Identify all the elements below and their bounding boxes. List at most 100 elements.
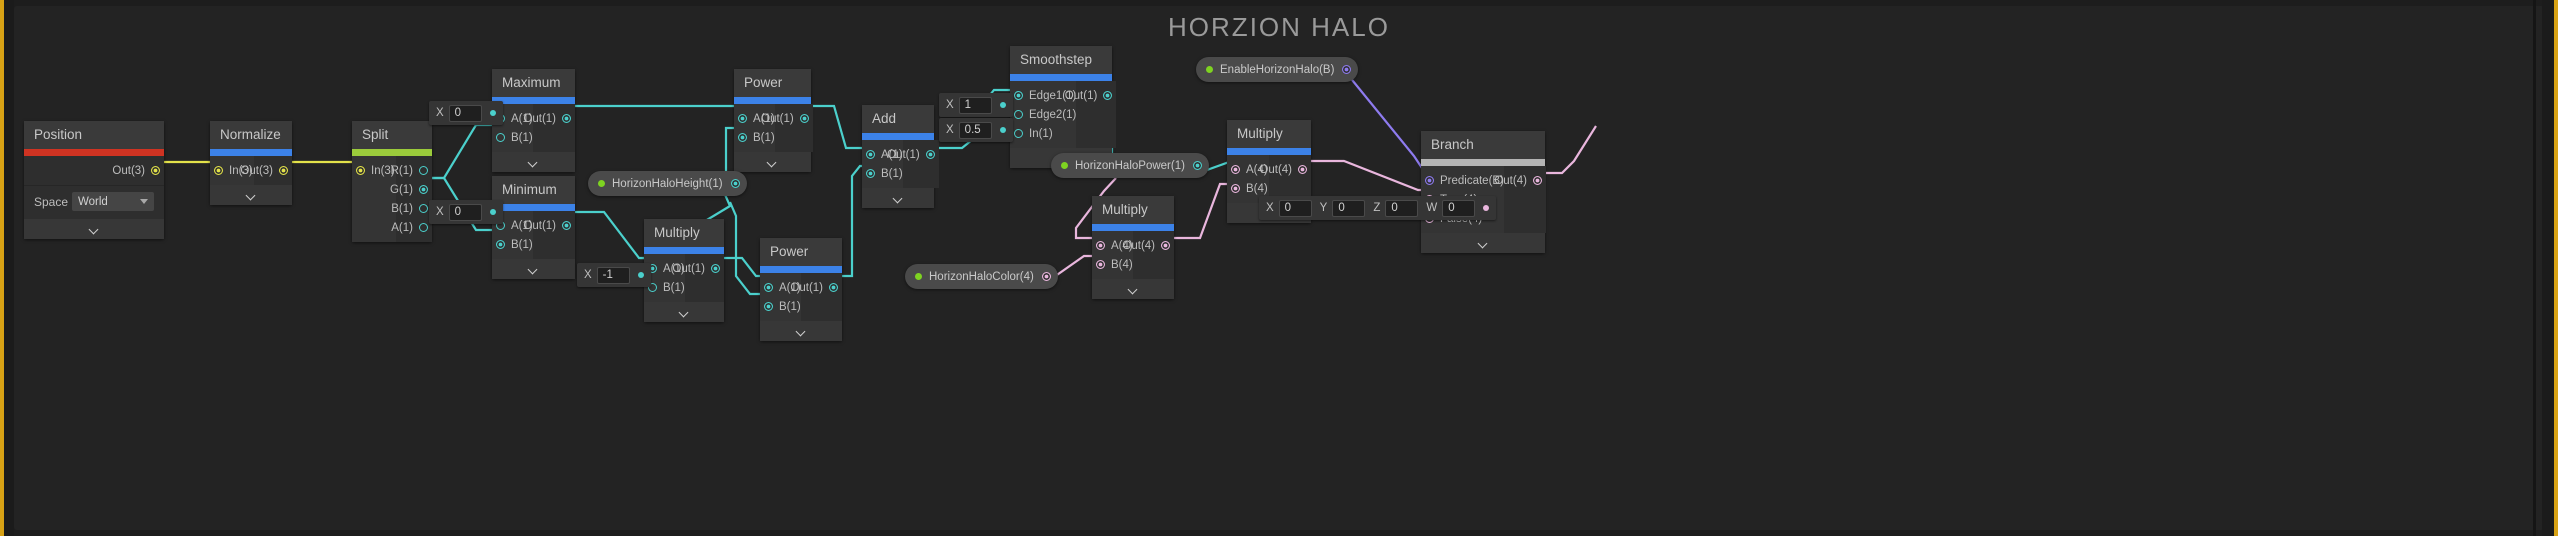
node-branch[interactable]: Branch Predicate(B) True(4) False(4) [1421, 131, 1546, 253]
port-out-b[interactable]: B(1) [391, 199, 432, 218]
port-dot-icon[interactable] [711, 264, 720, 273]
port-dot-icon[interactable] [1532, 176, 1542, 185]
port-dot-icon[interactable] [489, 110, 496, 116]
port-in-b[interactable]: B(1) [734, 128, 775, 147]
port-dot-icon[interactable] [999, 102, 1006, 108]
value-input[interactable]: 0 [448, 104, 482, 122]
port-out[interactable]: Out(1) [523, 109, 575, 128]
port-in-edge2[interactable]: Edge2(1) [1010, 105, 1076, 124]
property-pill-horizon-halo-height[interactable]: HorizonHaloHeight(1) [588, 171, 747, 196]
port-dot-icon[interactable] [1483, 205, 1490, 211]
property-pill-horizon-halo-power[interactable]: HorizonHaloPower(1) [1051, 153, 1209, 178]
port-dot-icon[interactable] [214, 166, 223, 175]
port-dot-icon[interactable] [1342, 65, 1352, 74]
space-dropdown[interactable]: World [72, 192, 154, 211]
port-dot-icon[interactable] [925, 150, 935, 159]
port-out[interactable]: Out(4) [1494, 171, 1546, 190]
node-expand-footer[interactable] [24, 219, 164, 239]
port-dot-icon[interactable] [356, 166, 365, 175]
value-node-minimum-a[interactable]: X 0 [429, 200, 503, 224]
port-dot-icon[interactable] [419, 185, 428, 194]
port-dot-icon[interactable] [1103, 91, 1113, 100]
property-pill-horizon-halo-color[interactable]: HorizonHaloColor(4) [905, 264, 1058, 289]
port-out[interactable]: Out(3) [240, 161, 292, 180]
node-expand-footer[interactable] [734, 152, 811, 172]
node-normalize[interactable]: Normalize In(3) Out(3) [210, 121, 292, 205]
port-dot-icon[interactable] [1161, 241, 1170, 250]
port-dot-icon[interactable] [730, 179, 740, 188]
port-dot-icon[interactable] [489, 209, 496, 215]
value-input[interactable]: 0 [448, 203, 482, 221]
value-input-x[interactable]: 0 [1278, 199, 1312, 217]
port-dot-icon[interactable] [1014, 129, 1023, 138]
port-dot-icon[interactable] [999, 127, 1006, 133]
port-out[interactable]: Out(4) [1259, 160, 1311, 179]
port-dot-icon[interactable] [1096, 241, 1105, 250]
graph-canvas[interactable]: HORZION HALO Position Out(3) Space World… [14, 6, 2544, 530]
port-out[interactable]: Out(1) [1065, 86, 1116, 105]
port-out-r[interactable]: R(1) [391, 161, 432, 180]
port-dot-icon[interactable] [829, 283, 838, 292]
node-multiply-color[interactable]: Multiply A(4) B(4) Out(4) [1092, 196, 1174, 299]
port-dot-icon[interactable] [1192, 161, 1202, 170]
port-dot-icon[interactable] [1096, 260, 1105, 269]
value-node-in[interactable]: X 0.5 [939, 118, 1013, 142]
port-dot-icon[interactable] [1014, 110, 1023, 119]
port-out-a[interactable]: A(1) [391, 218, 432, 237]
port-out[interactable]: Out(1) [790, 278, 842, 297]
port-dot-icon[interactable] [151, 166, 160, 175]
node-power-top[interactable]: Power A(1) B(1) Out(1) [734, 69, 813, 172]
node-expand-footer[interactable] [492, 259, 575, 279]
value-node-maximum-b[interactable]: X 0 [429, 101, 503, 125]
value-node-branch-false[interactable]: X 0 Y 0 Z 0 W 0 [1259, 196, 1497, 220]
port-dot-icon[interactable] [764, 283, 773, 292]
value-input[interactable]: 0.5 [958, 121, 992, 139]
node-expand-footer[interactable] [1092, 279, 1174, 299]
port-dot-icon[interactable] [496, 240, 505, 249]
node-expand-footer[interactable] [492, 152, 575, 172]
port-dot-icon[interactable] [1425, 176, 1434, 185]
port-out[interactable]: Out(3) [24, 161, 164, 180]
port-dot-icon[interactable] [279, 166, 288, 175]
port-dot-icon[interactable] [1298, 165, 1307, 174]
port-dot-icon[interactable] [419, 166, 428, 175]
node-split[interactable]: Split In(3) R(1) G(1) B(1) A(1) [352, 121, 432, 242]
port-dot-icon[interactable] [637, 272, 644, 278]
port-dot-icon[interactable] [799, 114, 809, 123]
port-out[interactable]: Out(1) [887, 145, 939, 164]
port-dot-icon[interactable] [419, 223, 428, 232]
port-dot-icon[interactable] [738, 114, 747, 123]
port-in-b[interactable]: B(4) [1092, 255, 1133, 274]
node-power-bottom[interactable]: Power A(1) B(1) Out(1) [760, 238, 842, 341]
port-dot-icon[interactable] [866, 169, 875, 178]
value-input-w[interactable]: 0 [1442, 199, 1476, 217]
port-out[interactable]: Out(4) [1122, 236, 1174, 255]
port-out[interactable]: Out(1) [672, 259, 724, 278]
port-in[interactable]: In(3) [352, 161, 396, 180]
node-expand-footer[interactable] [1421, 233, 1545, 253]
node-add[interactable]: Add A(1) B(1) Out(1) [862, 105, 939, 208]
value-node-multiply-b[interactable]: X -1 [577, 263, 651, 287]
port-dot-icon[interactable] [738, 133, 747, 142]
port-in-b[interactable]: B(1) [862, 164, 903, 183]
port-dot-icon[interactable] [562, 114, 571, 123]
node-expand-footer[interactable] [210, 185, 292, 205]
port-dot-icon[interactable] [419, 204, 428, 213]
port-in-b[interactable]: B(1) [492, 235, 533, 254]
value-input[interactable]: -1 [596, 266, 630, 284]
port-out[interactable]: Out(1) [761, 109, 813, 128]
node-minimum[interactable]: Minimum A(1) B(1) Out(1) [492, 176, 575, 279]
node-position[interactable]: Position Out(3) Space World [24, 121, 164, 239]
port-dot-icon[interactable] [764, 302, 773, 311]
port-out[interactable]: Out(1) [523, 216, 575, 235]
port-in-b[interactable]: B(1) [760, 297, 801, 316]
property-pill-enable-horizon-halo[interactable]: EnableHorizonHalo(B) [1196, 57, 1359, 82]
port-dot-icon[interactable] [496, 133, 505, 142]
node-expand-footer[interactable] [760, 321, 842, 341]
node-expand-footer[interactable] [862, 188, 934, 208]
value-input-y[interactable]: 0 [1332, 199, 1366, 217]
value-input[interactable]: 1 [958, 96, 992, 114]
port-dot-icon[interactable] [1231, 184, 1240, 193]
port-in-in[interactable]: In(1) [1010, 124, 1076, 143]
node-expand-footer[interactable] [644, 302, 724, 322]
